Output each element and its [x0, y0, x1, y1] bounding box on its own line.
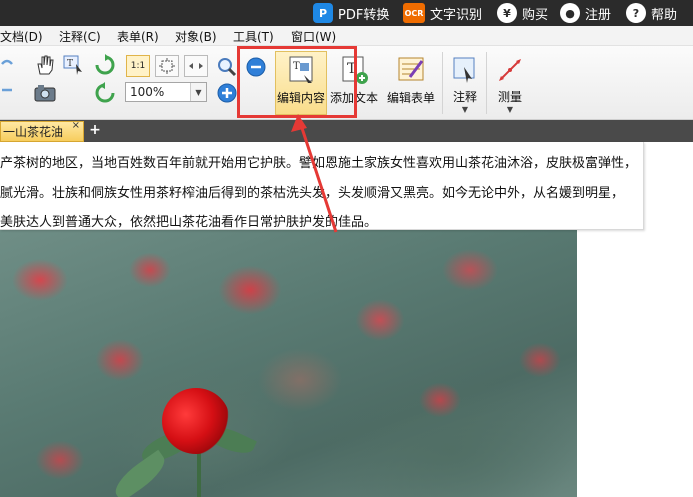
menu-document[interactable]: 文档(D) — [0, 28, 43, 45]
ocr-button[interactable]: OCR 文字识别 — [403, 0, 482, 26]
pdf-convert-button[interactable]: P PDF转换 — [313, 0, 389, 26]
help-label: 帮助 — [651, 7, 678, 23]
actual-size-button[interactable]: 1:1 — [126, 55, 150, 77]
edit-content-label: 编辑内容 — [276, 91, 325, 105]
measure-label: 测量 — [497, 90, 522, 104]
edit-form-button[interactable]: 编辑表单 — [383, 51, 439, 115]
add-text-icon: T — [342, 56, 368, 84]
tab-document[interactable]: 一山茶花油 × — [0, 120, 84, 142]
svg-text:T: T — [293, 61, 300, 72]
text-line[interactable]: 美肤达人到普通大众，依然把山茶花油看作日常护肤护发的佳品。 — [0, 211, 377, 230]
help-button[interactable]: ? 帮助 — [626, 0, 677, 26]
ocr-label: 文字识别 — [430, 7, 483, 23]
actual-size-label: 1:1 — [130, 61, 146, 71]
annotate-icon — [453, 57, 475, 83]
camellia-photo — [0, 230, 577, 497]
zoom-value: 100% — [130, 85, 165, 99]
measure-button[interactable]: 测量 ▼ — [491, 51, 529, 115]
text-line[interactable]: 腻光滑。壮族和侗族女性用茶籽榨油后得到的茶枯洗头发，头发顺滑又黑亮。如今无论中外… — [0, 182, 624, 201]
select-text-icon[interactable]: T — [62, 54, 84, 76]
rotate-clockwise-icon[interactable] — [94, 54, 116, 76]
zoom-in-magnifier-icon[interactable] — [216, 56, 238, 78]
new-tab-icon[interactable]: + — [88, 123, 102, 137]
menu-bar: 文档(D) 注释(C) 表单(R) 对象(B) 工具(T) 窗口(W) — [0, 26, 693, 46]
red-camellia-flower — [162, 388, 230, 454]
pdf-convert-icon: P — [313, 3, 333, 23]
text-paragraph-block[interactable]: 产茶树的地区，当地百姓数百年前就开始用它护肤。譬如恩施土家族女性喜欢用山茶花油沐… — [0, 142, 644, 230]
annotate-label: 注释 — [452, 90, 477, 104]
text-line[interactable]: 产茶树的地区，当地百姓数百年前就开始用它护肤。譬如恩施土家族女性喜欢用山茶花油沐… — [0, 152, 637, 171]
document-margin — [577, 230, 693, 497]
zoom-select[interactable]: 100% ▼ — [125, 82, 207, 102]
zoom-out-icon[interactable] — [245, 56, 267, 78]
measure-icon — [499, 59, 521, 81]
svg-text:T: T — [67, 59, 73, 69]
undo-icon[interactable] — [0, 56, 14, 72]
hand-tool-icon[interactable] — [34, 54, 56, 76]
tab-document-label: 一山茶花油 — [3, 125, 64, 139]
annotate-chevron-down-icon: ▼ — [461, 105, 469, 114]
zoom-in-icon[interactable] — [216, 82, 238, 104]
menu-object[interactable]: 对象(B) — [175, 28, 217, 45]
add-text-label: 添加文本 — [330, 91, 379, 105]
toolbar-separator — [442, 52, 443, 114]
measure-chevron-down-icon: ▼ — [506, 105, 514, 114]
tab-bar: 一山茶花油 × + — [0, 120, 693, 142]
buy-label: 购买 — [522, 7, 549, 23]
menu-annotate[interactable]: 注释(C) — [59, 28, 101, 45]
user-icon: ● — [560, 3, 580, 23]
edit-content-button[interactable]: T 编辑内容 — [275, 51, 327, 115]
svg-text:T: T — [347, 61, 357, 77]
menu-window[interactable]: 窗口(W) — [291, 28, 336, 45]
pdf-convert-label: PDF转换 — [338, 7, 390, 23]
buy-button[interactable]: ¥ 购买 — [497, 0, 548, 26]
top-bar: P PDF转换 OCR 文字识别 ¥ 购买 ● 注册 ? 帮助 — [0, 0, 693, 26]
ocr-icon: OCR — [403, 3, 425, 23]
flower-stem — [197, 450, 201, 497]
leaf — [109, 449, 171, 497]
annotate-button[interactable]: 注释 ▼ — [446, 51, 484, 115]
rotate-counterclockwise-icon[interactable] — [94, 82, 116, 104]
edit-form-label: 编辑表单 — [386, 91, 435, 105]
edit-form-icon — [398, 57, 424, 81]
fit-page-icon[interactable] — [155, 55, 179, 77]
toolbar: T 1:1 T 编辑内容 T 添加文本 编辑表单 注释 ▼ 测量 ▼ — [0, 46, 693, 120]
tab-close-icon[interactable]: × — [72, 120, 80, 131]
zoom-dropdown-chevron-icon[interactable]: ▼ — [190, 83, 206, 101]
toolbar-separator — [486, 52, 487, 114]
edit-content-icon: T — [289, 56, 313, 83]
help-icon: ? — [626, 3, 646, 23]
snapshot-icon[interactable] — [34, 84, 56, 102]
redo-icon[interactable] — [0, 82, 14, 98]
add-text-button[interactable]: T 添加文本 — [329, 51, 379, 115]
register-label: 注册 — [585, 7, 612, 23]
menu-tools[interactable]: 工具(T) — [233, 28, 274, 45]
register-button[interactable]: ● 注册 — [560, 0, 611, 26]
fit-width-icon[interactable] — [184, 55, 208, 77]
menu-form[interactable]: 表单(R) — [117, 28, 159, 45]
yen-icon: ¥ — [497, 3, 517, 23]
